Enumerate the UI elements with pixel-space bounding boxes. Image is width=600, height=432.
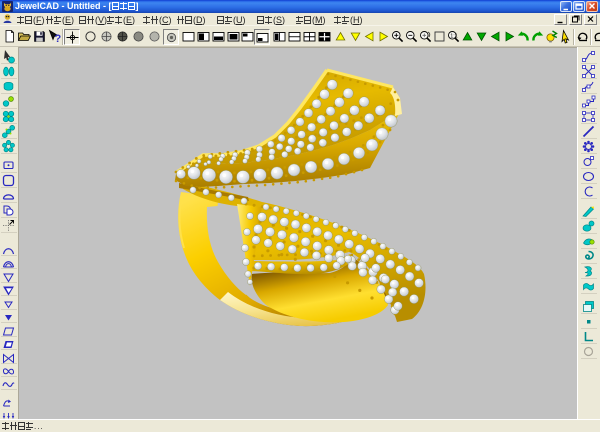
svg-text:1:1: 1:1 bbox=[450, 34, 458, 40]
svg-text:?: ? bbox=[55, 33, 62, 44]
